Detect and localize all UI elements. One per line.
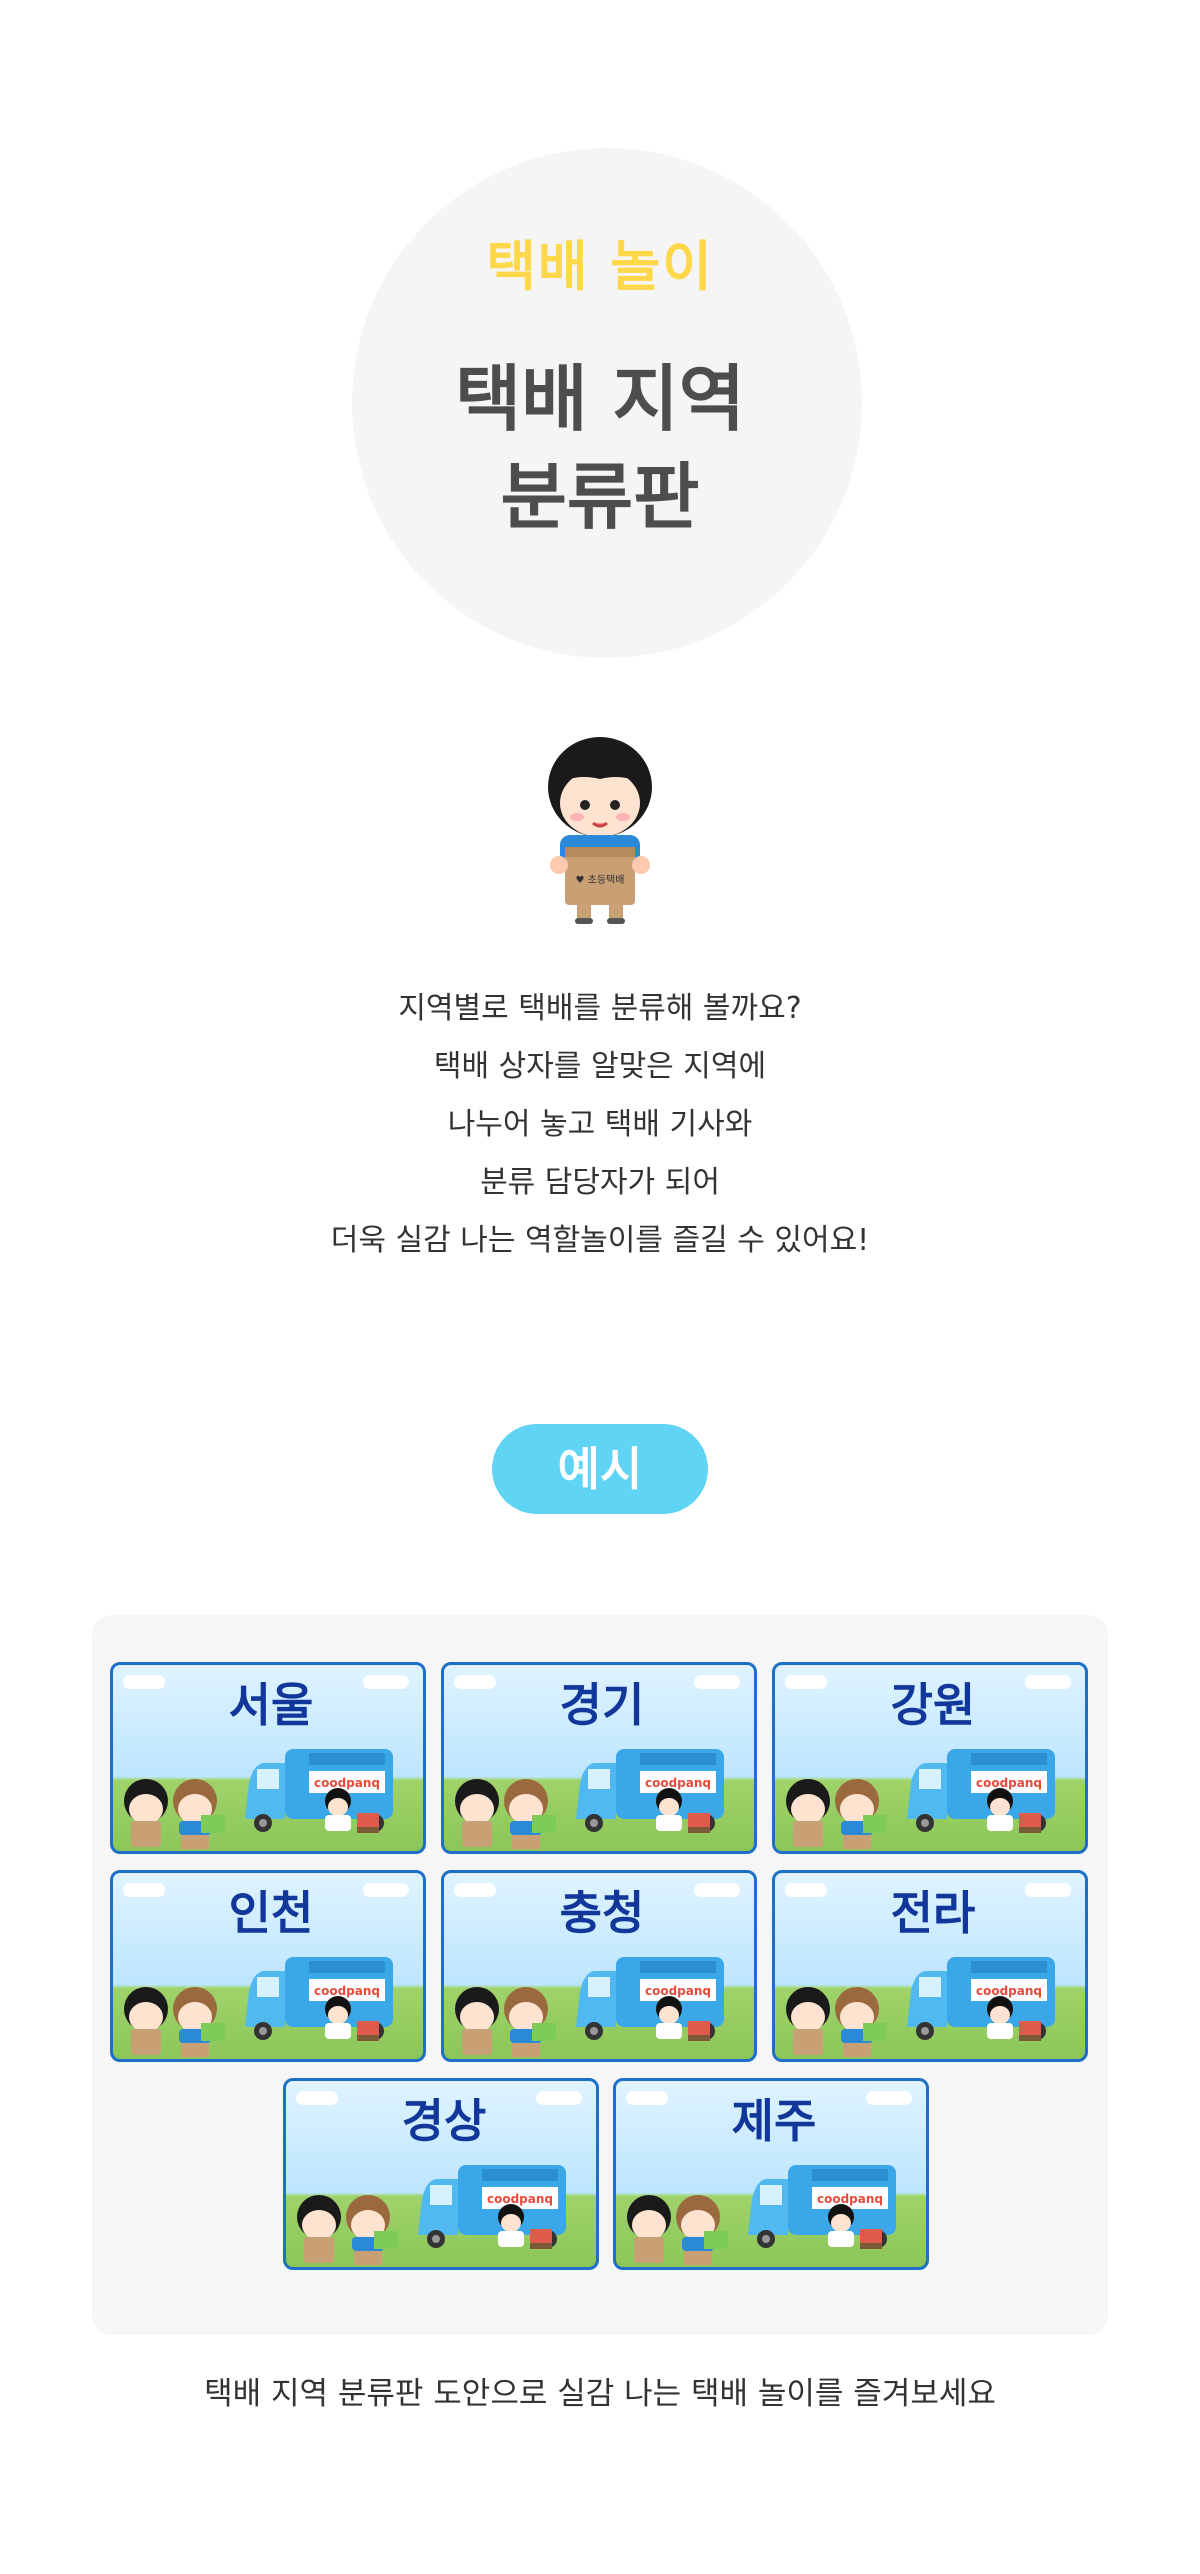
region-card: 서울 coodpanq [110,1662,426,1854]
description-line: 분류 담당자가 되어 [480,1165,720,1200]
description: 지역별로 택배를 분류해 볼까요? 택배 상자를 알맞은 지역에 나누어 놓고 … [0,980,1200,1270]
hero-title-line2: 분류판 [500,455,700,539]
hero-title: 택배 지역 분류판 [0,350,1200,546]
region-name: 경기 [559,1678,645,1732]
delivery-scene-illustration: coodpanq [455,1749,724,1849]
region-name: 강원 [890,1678,976,1732]
truck-brand-text: coodpanq [645,1776,711,1790]
region-card: 경기 coodpanq [441,1662,757,1854]
region-name: 전라 [890,1886,976,1940]
truck-brand-text: coodpanq [976,1984,1042,1998]
delivery-scene-illustration: coodpanq [297,2165,566,2265]
region-name: 경상 [401,2094,487,2148]
description-line: 더욱 실감 나는 역할놀이를 즐길 수 있어요! [330,1223,870,1258]
description-line: 나누어 놓고 택배 기사와 [447,1107,753,1142]
truck-brand-text: coodpanq [645,1984,711,1998]
truck-brand-text: coodpanq [487,2192,553,2206]
caption: 택배 지역 분류판 도안으로 실감 나는 택배 놀이를 즐겨보세요 [204,2376,996,2412]
delivery-scene-illustration: coodpanq [786,1957,1055,2057]
description-line: 택배 상자를 알맞은 지역에 [433,1049,767,1084]
region-name: 제주 [731,2094,817,2148]
region-name: 충청 [559,1886,645,1940]
delivery-scene-illustration: coodpanq [124,1749,393,1849]
hero-subtitle: 택배 놀이 [486,235,714,298]
region-card: 충청 coodpanq [441,1870,757,2062]
truck-brand-text: coodpanq [314,1776,380,1790]
delivery-scene-illustration: coodpanq [455,1957,724,2057]
region-card: 제주 coodpanq [613,2078,929,2270]
truck-brand-text: coodpanq [817,2192,883,2206]
svg-text:♥ 초등택배: ♥ 초등택배 [576,874,625,886]
courier-character-illustration: ♥ 초등택배 [548,737,652,924]
region-card: 경상 coodpanq [283,2078,599,2270]
region-name: 인천 [228,1886,314,1940]
truck-brand-text: coodpanq [976,1776,1042,1790]
truck-brand-text: coodpanq [314,1984,380,1998]
delivery-scene-illustration: coodpanq [627,2165,896,2265]
region-card: 강원 coodpanq [772,1662,1088,1854]
example-label: 예시 [492,1424,708,1514]
description-line: 지역별로 택배를 분류해 볼까요? [398,991,802,1026]
region-name: 서울 [228,1678,314,1732]
region-card: 인천 coodpanq [110,1870,426,2062]
delivery-scene-illustration: coodpanq [786,1749,1055,1849]
hero-title-line1: 택배 지역 [454,357,746,441]
delivery-scene-illustration: coodpanq [124,1957,393,2057]
region-card: 전라 coodpanq [772,1870,1088,2062]
